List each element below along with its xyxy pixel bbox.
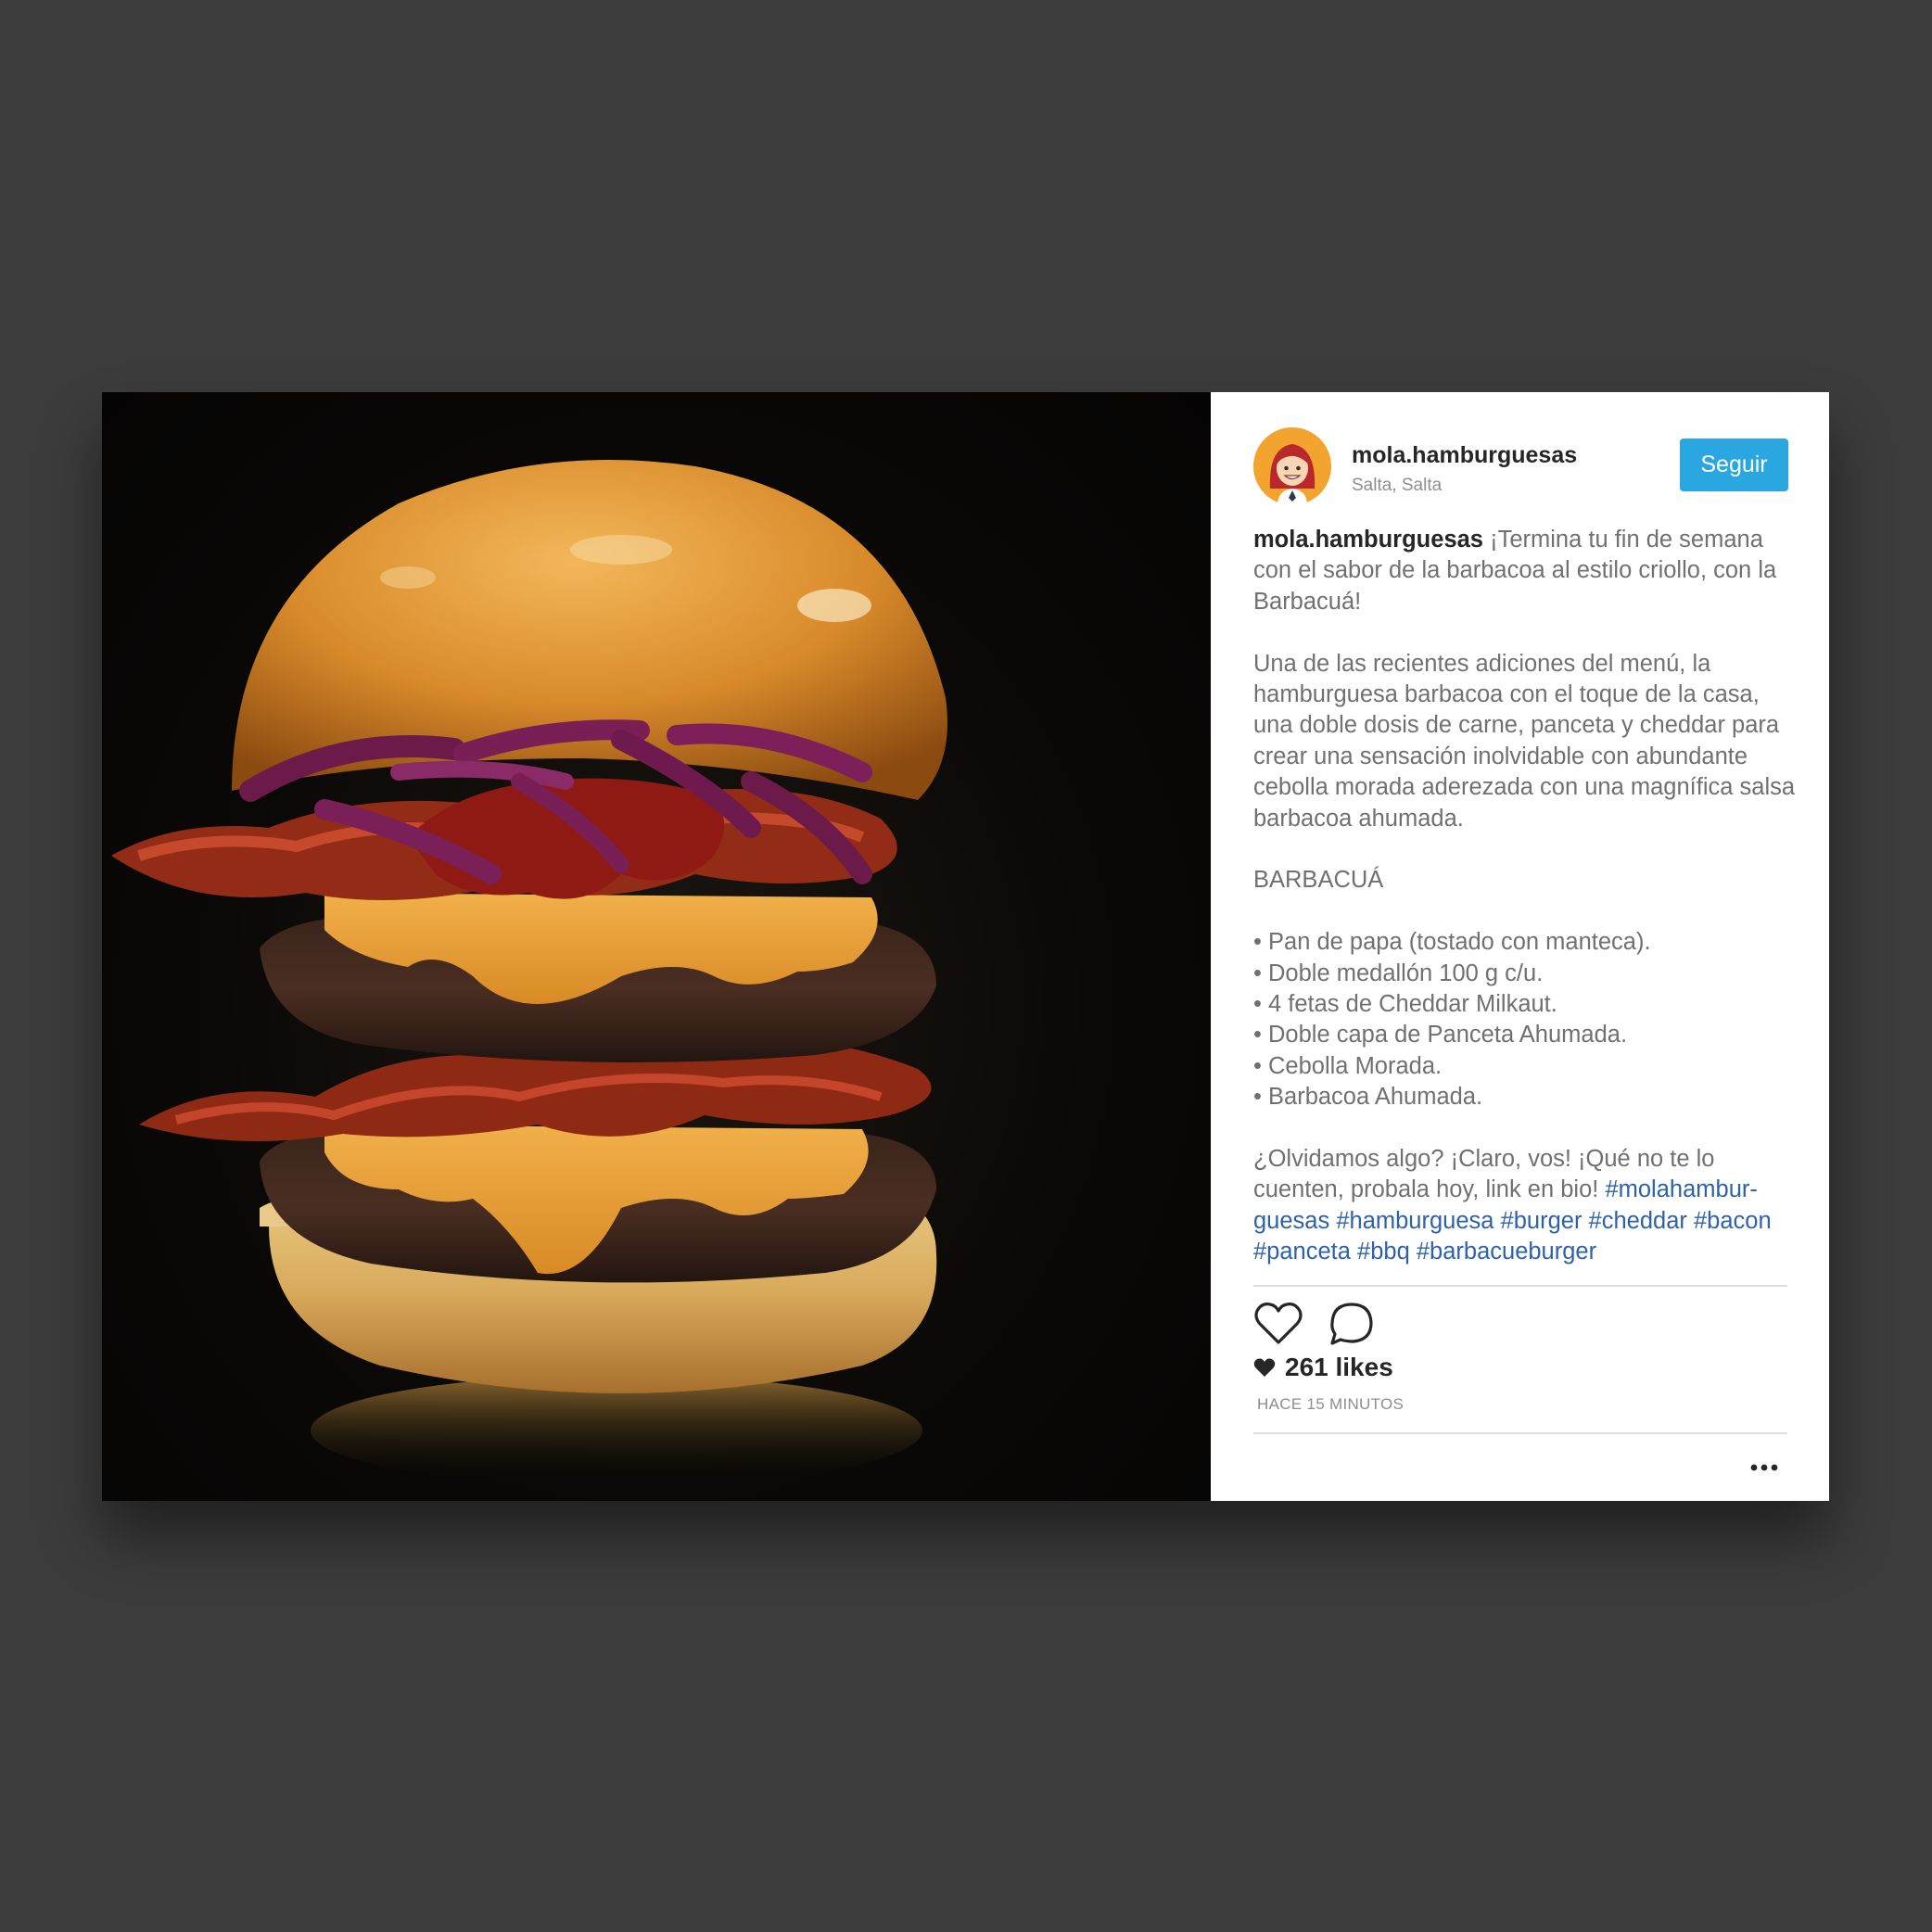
more-dots-icon[interactable] bbox=[1749, 1460, 1779, 1475]
location[interactable]: Salta, Salta bbox=[1352, 476, 1442, 496]
hashtag-link[interactable]: #hamburguesa bbox=[1336, 1208, 1493, 1234]
heart-outline-icon[interactable] bbox=[1253, 1299, 1303, 1349]
post-header: mola.hamburguesas Salta, Salta Seguir bbox=[1253, 426, 1788, 507]
post-timestamp: HACE 15 MINUTOS bbox=[1257, 1395, 1405, 1413]
hashtag-link[interactable]: #cheddar bbox=[1589, 1208, 1687, 1234]
ingredient-item: • Doble medallón 100 g c/u. bbox=[1253, 960, 1544, 986]
caption-closing: ¿Olvidamos algo? ¡Claro, vos! ¡Qué no te… bbox=[1253, 1144, 1796, 1268]
ingredient-item: • Barbacoa Ahumada. bbox=[1253, 1084, 1483, 1111]
caption-username[interactable]: mola.hamburguesas bbox=[1253, 527, 1483, 553]
comment-bubble-icon[interactable] bbox=[1328, 1299, 1378, 1349]
follow-button[interactable]: Seguir bbox=[1680, 439, 1788, 491]
heart-filled-icon bbox=[1253, 1358, 1276, 1377]
divider bbox=[1253, 1432, 1787, 1434]
username[interactable]: mola.hamburguesas bbox=[1352, 442, 1577, 469]
ingredient-item: • 4 fetas de Cheddar Milkaut. bbox=[1253, 991, 1557, 1018]
instagram-post-card: mola.hamburguesas Salta, Salta Seguir mo… bbox=[102, 392, 1829, 1501]
divider bbox=[1253, 1285, 1787, 1287]
hashtag-link[interactable]: #bacon bbox=[1694, 1208, 1772, 1234]
hashtag-link[interactable]: #barbacueburger bbox=[1417, 1239, 1596, 1265]
post-sidebar: mola.hamburguesas Salta, Salta Seguir mo… bbox=[1211, 392, 1829, 1501]
caption-heading: BARBACUÁ bbox=[1253, 867, 1384, 894]
avatar[interactable] bbox=[1253, 427, 1331, 505]
burger-illustration bbox=[111, 460, 947, 1486]
hashtag-link[interactable]: #bbq bbox=[1357, 1239, 1410, 1265]
burger-photo bbox=[102, 392, 1211, 1501]
caption: mola.hamburguesas ¡Termina tu fin de sem… bbox=[1253, 525, 1796, 1268]
caption-intro: mola.hamburguesas ¡Termina tu fin de sem… bbox=[1253, 525, 1796, 617]
likes-text: 261 likes bbox=[1285, 1353, 1393, 1381]
ingredient-item: • Doble capa de Panceta Ahumada. bbox=[1253, 1022, 1628, 1049]
ingredient-item: • Cebolla Morada. bbox=[1253, 1052, 1443, 1079]
hashtag-link[interactable]: #burger bbox=[1501, 1208, 1582, 1234]
ingredient-item: • Pan de papa (tostado con manteca). bbox=[1253, 929, 1651, 956]
hashtag-link[interactable]: #panceta bbox=[1253, 1239, 1351, 1265]
likes-count[interactable]: 261 likes bbox=[1253, 1353, 1393, 1382]
caption-body: Una de las recientes adiciones del menú,… bbox=[1253, 650, 1796, 832]
action-bar bbox=[1253, 1299, 1439, 1351]
